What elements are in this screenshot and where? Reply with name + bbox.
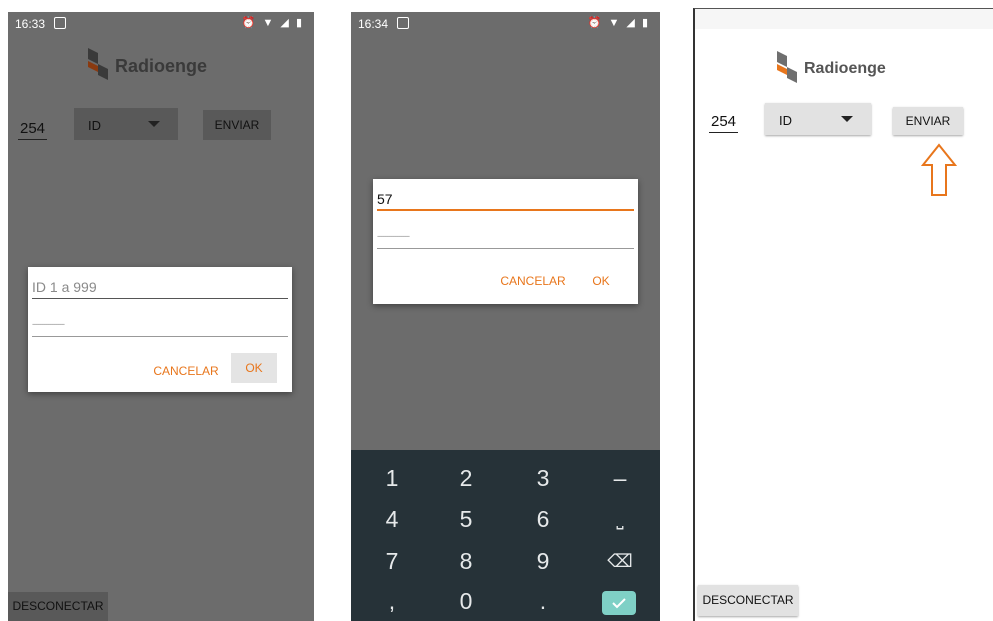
status-time: 16:34 xyxy=(358,17,389,31)
status-icons: ⏰ ▼ ◢ ▮ xyxy=(241,17,304,29)
key-8[interactable]: 8 xyxy=(436,543,496,579)
screen-1: 16:33 ⏰ ▼ ◢ ▮ Radioenge 254 ID ENVIAR ID… xyxy=(8,12,314,621)
ok-button[interactable]: OK xyxy=(231,353,277,383)
key-4[interactable]: 4 xyxy=(362,501,422,537)
dialog-password-input[interactable]: ---------------- xyxy=(32,319,288,337)
key-2[interactable]: 2 xyxy=(436,460,496,496)
send-button[interactable]: ENVIAR xyxy=(203,110,271,140)
key-minus[interactable]: – xyxy=(590,460,650,496)
dialog-id-input[interactable]: ID 1 a 999 xyxy=(32,279,288,299)
numeric-keyboard: 1 2 3 – 4 5 6 ⎵ 7 8 9 ⌫ , 0 . xyxy=(351,450,660,621)
id-type-spinner[interactable]: ID xyxy=(765,103,871,135)
chevron-down-icon xyxy=(148,121,160,127)
dialog-password-input[interactable]: ---------------- xyxy=(377,231,634,249)
logo-mark-icon xyxy=(88,48,108,80)
enter-key[interactable] xyxy=(602,591,636,615)
cancel-button[interactable]: CANCELAR xyxy=(497,266,569,296)
node-id-field[interactable]: 254 xyxy=(709,113,739,133)
notification-icon xyxy=(54,17,66,29)
key-3[interactable]: 3 xyxy=(513,460,573,496)
send-button[interactable]: ENVIAR xyxy=(893,107,963,135)
cancel-button[interactable]: CANCELAR xyxy=(150,356,222,386)
radioenge-logo: Radioenge xyxy=(773,51,886,87)
spinner-value: ID xyxy=(779,113,792,128)
id-dialog: 57 ---------------- CANCELAR OK xyxy=(373,179,638,304)
status-icons: ⏰ ▼ ◢ ▮ xyxy=(587,17,650,29)
key-period[interactable]: . xyxy=(513,583,573,619)
screen-2: 16:34 ⏰ ▼ ◢ ▮ 57 ---------------- CANCEL… xyxy=(351,12,660,621)
key-7[interactable]: 7 xyxy=(362,543,422,579)
key-5[interactable]: 5 xyxy=(436,501,496,537)
backspace-icon[interactable]: ⌫ xyxy=(590,543,650,579)
ok-button[interactable]: OK xyxy=(579,266,623,296)
check-icon xyxy=(612,598,626,609)
radioenge-logo: Radioenge xyxy=(84,48,207,84)
status-bar xyxy=(695,9,993,29)
key-9[interactable]: 9 xyxy=(513,543,573,579)
screen-3: Radioenge 254 ID ENVIAR DESCONECTAR xyxy=(693,8,993,621)
key-1[interactable]: 1 xyxy=(362,460,422,496)
node-id-field[interactable]: 254 xyxy=(18,120,48,140)
key-6[interactable]: 6 xyxy=(513,501,573,537)
status-bar: 16:34 ⏰ ▼ ◢ ▮ xyxy=(351,12,660,36)
chevron-down-icon xyxy=(841,116,853,122)
disconnect-button[interactable]: DESCONECTAR xyxy=(8,592,108,621)
id-dialog: ID 1 a 999 ---------------- CANCELAR OK xyxy=(28,267,292,392)
key-0[interactable]: 0 xyxy=(436,583,496,619)
spinner-value: ID xyxy=(88,118,101,133)
status-bar: 16:33 ⏰ ▼ ◢ ▮ xyxy=(8,12,314,36)
dialog-id-input[interactable]: 57 xyxy=(377,191,634,211)
id-type-spinner[interactable]: ID xyxy=(74,108,178,140)
status-time: 16:33 xyxy=(15,17,46,31)
logo-text: Radioenge xyxy=(115,55,208,76)
space-key-icon[interactable]: ⎵ xyxy=(590,501,650,537)
logo-text: Radioenge xyxy=(804,60,886,77)
notification-icon xyxy=(397,17,409,29)
arrow-up-icon xyxy=(921,143,957,196)
logo-mark-icon xyxy=(777,51,797,83)
key-comma[interactable]: , xyxy=(362,583,422,619)
disconnect-button[interactable]: DESCONECTAR xyxy=(698,585,798,616)
